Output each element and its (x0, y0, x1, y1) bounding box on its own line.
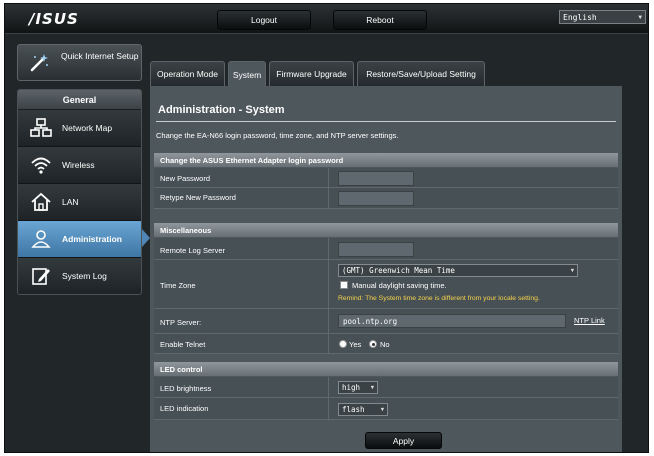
tab-firmware-upgrade[interactable]: Firmware Upgrade (269, 61, 354, 86)
row-ntp-server: NTP Server: pool.ntp.org NTP Link (154, 309, 618, 334)
ntp-server-field[interactable]: pool.ntp.org (338, 314, 566, 328)
sidebar-item-label: Administration (62, 234, 122, 244)
magic-wand-icon (30, 54, 48, 72)
page-title: Administration - System (158, 104, 285, 116)
tab-operation-mode[interactable]: Operation Mode (150, 61, 225, 86)
apply-button[interactable]: Apply (365, 432, 442, 449)
remote-log-server-field[interactable] (338, 242, 414, 257)
manual-dst-label: Manual daylight saving time. (352, 281, 447, 290)
row-time-zone: Time Zone (GMT) Greenwich Mean Time ▼ Ma… (154, 260, 618, 309)
sidebar-item-label: Network Map (62, 123, 113, 133)
led-brightness-value: high (342, 383, 361, 392)
title-divider (156, 121, 616, 122)
chevron-down-icon: ▼ (570, 267, 574, 274)
tab-restore-save-upload[interactable]: Restore/Save/Upload Setting (357, 61, 485, 86)
quick-internet-setup-button[interactable]: Quick Internet Setup (17, 44, 142, 81)
active-menu-arrow (142, 229, 150, 247)
log-icon (29, 265, 53, 287)
router-admin-window: /ISUS Logout Reboot English ▼ Quick Inte… (4, 3, 649, 453)
led-indication-value: flash (342, 405, 365, 414)
qis-label: Quick Internet Setup (61, 51, 139, 61)
row-new-password: New Password (154, 168, 618, 188)
enable-telnet-label: Enable Telnet (160, 340, 206, 349)
top-bar: /ISUS Logout Reboot English ▼ (5, 4, 648, 34)
sidebar-item-label: System Log (62, 271, 107, 281)
asus-logo: /ISUS (29, 10, 79, 28)
time-zone-label: Time Zone (160, 281, 196, 290)
led-brightness-label: LED brightness (160, 384, 212, 393)
sidebar-item-lan[interactable]: LAN (18, 184, 141, 221)
led-indication-label: LED indication (160, 404, 209, 413)
time-zone-select[interactable]: (GMT) Greenwich Mean Time ▼ (338, 264, 578, 277)
row-led-brightness: LED brightness high ▼ (154, 377, 618, 398)
time-zone-value: (GMT) Greenwich Mean Time (342, 266, 455, 275)
main-panel: Administration - System Change the EA-N6… (150, 86, 622, 452)
page-description: Change the EA-N66 login password, time z… (156, 131, 399, 140)
sidebar-item-wireless[interactable]: Wireless (18, 147, 141, 184)
chevron-down-icon: ▼ (638, 13, 642, 21)
time-zone-remind: Remind: The System time zone is differen… (338, 295, 540, 302)
language-value: English (563, 12, 597, 22)
new-password-label: New Password (160, 174, 211, 183)
section-header-password: Change the ASUS Ethernet Adapter login p… (154, 153, 618, 167)
telnet-yes-label: Yes (349, 340, 362, 349)
row-remote-log: Remote Log Server (154, 238, 618, 260)
home-icon (29, 191, 53, 213)
row-led-indication: LED indication flash ▼ (154, 398, 618, 420)
sidebar-menu: General Network Map Wireless LAN Adminis… (17, 89, 142, 295)
sidebar-item-system-log[interactable]: System Log (18, 258, 141, 294)
ntp-link[interactable]: NTP Link (574, 316, 605, 325)
right-gutter (622, 86, 646, 452)
sidebar-item-network-map[interactable]: Network Map (18, 110, 141, 147)
remote-log-label: Remote Log Server (160, 246, 226, 255)
tab-system[interactable]: System (228, 61, 266, 87)
led-indication-select[interactable]: flash ▼ (338, 403, 388, 416)
row-retype-password: Retype New Password (154, 188, 618, 209)
manual-dst-checkbox[interactable] (340, 281, 348, 289)
telnet-no-label: No (380, 340, 390, 349)
telnet-no-radio[interactable] (369, 340, 377, 348)
chevron-down-icon: ▼ (370, 384, 374, 391)
reboot-button[interactable]: Reboot (333, 10, 427, 30)
row-enable-telnet: Enable Telnet Yes No (154, 334, 618, 354)
wireless-icon (29, 154, 53, 176)
logout-button[interactable]: Logout (217, 10, 311, 30)
sidebar-item-label: Wireless (62, 160, 95, 170)
new-password-field[interactable] (338, 171, 414, 186)
network-map-icon (29, 117, 53, 139)
telnet-yes-radio[interactable] (339, 340, 347, 348)
sidebar-item-label: LAN (62, 197, 79, 207)
section-header-led-control: LED control (154, 362, 618, 376)
ntp-server-label: NTP Server: (160, 318, 202, 327)
retype-password-label: Retype New Password (160, 193, 236, 202)
chevron-down-icon: ▼ (380, 406, 384, 413)
sidebar-item-administration[interactable]: Administration (18, 221, 141, 258)
retype-password-field[interactable] (338, 191, 414, 206)
menu-header-general: General (18, 90, 141, 110)
section-header-miscellaneous: Miscellaneous (154, 223, 618, 237)
user-icon (29, 228, 53, 250)
language-select[interactable]: English ▼ (559, 10, 646, 24)
led-brightness-select[interactable]: high ▼ (338, 381, 378, 394)
